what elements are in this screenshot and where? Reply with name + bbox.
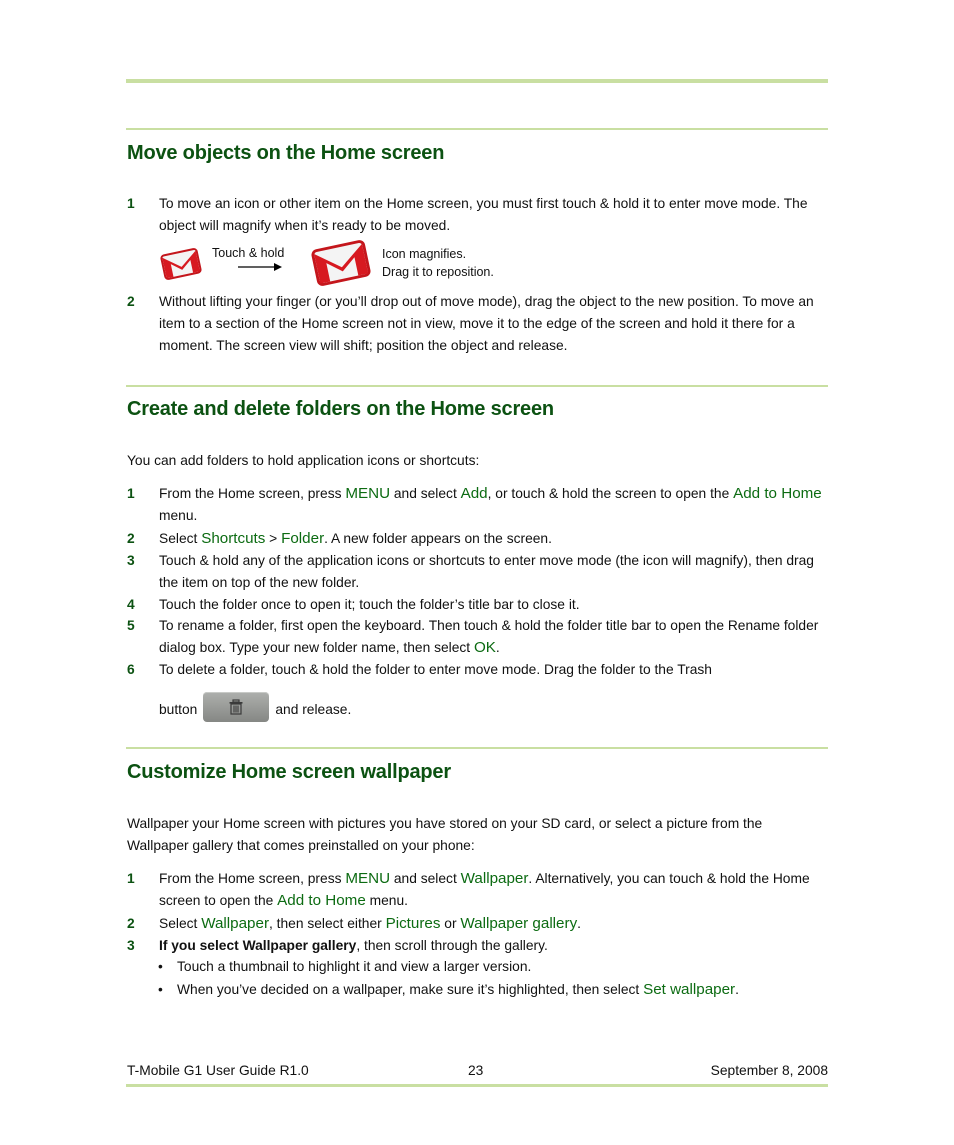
bullet-item: • When you’ve decided on a wallpaper, ma… <box>158 979 828 1001</box>
step-number: 1 <box>127 486 135 501</box>
wallpaper-term: Wallpaper <box>460 870 529 887</box>
bullet-item: • Touch a thumbnail to highlight it and … <box>158 956 828 978</box>
arrow-right-icon <box>238 263 282 271</box>
step-number: 5 <box>127 618 135 633</box>
bullet-text: When you’ve decided on a wallpaper, make… <box>177 981 739 998</box>
wallpaper-intro: Wallpaper your Home screen with pictures… <box>127 816 763 853</box>
icon-magnifies-caption: Icon magnifies. <box>382 247 467 261</box>
step-number: 3 <box>127 938 135 953</box>
step-1: 1 From the Home screen, press MENU and s… <box>127 868 828 912</box>
bullet-icon: • <box>158 982 163 997</box>
step-lead-in: If you select Wallpaper gallery <box>159 938 357 953</box>
step-2: 2 Without lifting your finger (or you’ll… <box>127 291 828 357</box>
section-divider <box>126 747 828 749</box>
step-2: 2 Select Wallpaper, then select either P… <box>127 913 828 935</box>
step-text: Touch the folder once to open it; touch … <box>159 597 580 612</box>
ok-term: OK <box>473 639 496 656</box>
bullet-text: Touch a thumbnail to highlight it and vi… <box>177 959 532 974</box>
section-heading-folders: Create and delete folders on the Home sc… <box>127 398 554 420</box>
step-6: 6 To delete a folder, touch & hold the f… <box>127 659 828 725</box>
trash-button <box>203 692 270 723</box>
wallpaper-gallery-term: Wallpaper gallery <box>460 915 578 932</box>
pictures-term: Pictures <box>385 915 441 932</box>
wallpaper-term: Wallpaper <box>201 915 269 932</box>
step-5: 5 To rename a folder, first open the key… <box>127 615 828 659</box>
step-text: To rename a folder, first open the keybo… <box>159 618 819 656</box>
footer-rule <box>126 1084 828 1087</box>
guide-title: T-Mobile G1 User Guide R1.0 <box>127 1063 309 1078</box>
header-rule <box>126 79 828 83</box>
drag-reposition-caption: Drag it to reposition. <box>382 265 494 279</box>
menu-key-term: MENU <box>345 485 391 502</box>
gmail-icon-magnified <box>311 240 371 286</box>
step-text: Without lifting your finger (or you’ll d… <box>159 294 814 353</box>
add-to-home-term: Add to Home <box>733 485 822 502</box>
step-text: Select Wallpaper, then select either Pic… <box>159 915 582 932</box>
section-heading-move-objects: Move objects on the Home screen <box>127 142 445 164</box>
page-number: 23 <box>468 1063 484 1078</box>
step-text: To delete a folder, touch & hold the fol… <box>159 659 828 725</box>
add-option-term: Add <box>460 485 488 502</box>
set-wallpaper-term: Set wallpaper <box>643 981 736 998</box>
folder-term: Folder <box>281 530 325 547</box>
step-text: From the Home screen, press MENU and sel… <box>159 485 822 523</box>
step-number: 2 <box>127 531 135 546</box>
trash-icon <box>229 699 243 715</box>
step-number: 2 <box>127 916 135 931</box>
add-to-home-term: Add to Home <box>277 892 366 909</box>
folders-intro: You can add folders to hold application … <box>127 453 480 468</box>
step-1: 1 To move an icon or other item on the H… <box>127 193 828 237</box>
step-3: 3 If you select Wallpaper gallery, then … <box>127 935 828 957</box>
step-text: Touch & hold any of the application icon… <box>159 553 814 590</box>
move-mode-figure: Touch & hold Icon magnifies. Drag it to … <box>160 240 560 286</box>
shortcuts-term: Shortcuts <box>201 530 266 547</box>
section-heading-wallpaper: Customize Home screen wallpaper <box>127 761 451 783</box>
section-divider <box>126 385 828 387</box>
step-3: 3 Touch & hold any of the application ic… <box>127 550 828 594</box>
step-4: 4 Touch the folder once to open it; touc… <box>127 594 828 616</box>
step-number: 2 <box>127 294 135 309</box>
menu-key-term: MENU <box>345 870 391 887</box>
bullet-icon: • <box>158 959 163 974</box>
touch-hold-label: Touch & hold <box>212 246 285 260</box>
gmail-icon <box>160 248 202 280</box>
step-2: 2 Select Shortcuts > Folder. A new folde… <box>127 528 828 550</box>
publish-date: September 8, 2008 <box>710 1063 828 1078</box>
step-text: To move an icon or other item on the Hom… <box>159 196 808 233</box>
step-number: 1 <box>127 871 135 886</box>
step-number: 6 <box>127 662 135 677</box>
step-text: From the Home screen, press MENU and sel… <box>159 870 810 909</box>
step-number: 1 <box>127 196 135 211</box>
step-text: If you select Wallpaper gallery, then sc… <box>159 938 548 953</box>
step-1: 1 From the Home screen, press MENU and s… <box>127 483 828 527</box>
section-divider <box>126 128 828 130</box>
step-number: 4 <box>127 597 135 612</box>
step-text: Select Shortcuts > Folder. A new folder … <box>159 530 552 547</box>
step-number: 3 <box>127 553 135 568</box>
